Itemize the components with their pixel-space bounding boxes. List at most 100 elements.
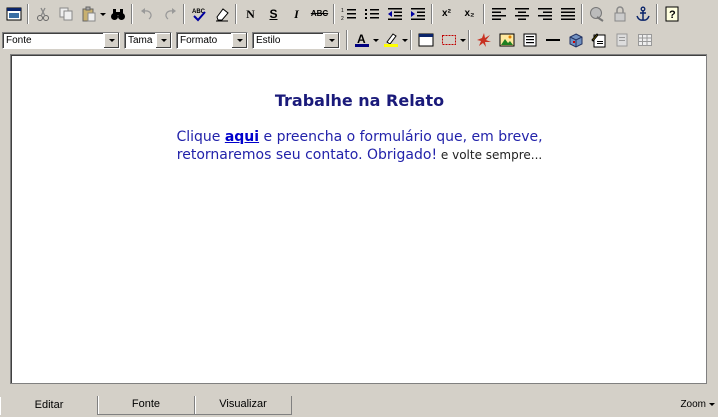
font-size-select[interactable]: Tama <box>124 31 172 49</box>
clipboard-icon <box>82 6 95 22</box>
block-icon <box>616 33 627 47</box>
subscript-button[interactable]: x₂ <box>458 3 481 25</box>
table-grid-button[interactable] <box>633 29 656 51</box>
insert-flash-button[interactable] <box>472 29 495 51</box>
align-right-button[interactable] <box>533 3 556 25</box>
italic-button[interactable]: I <box>285 3 308 25</box>
paragraph-text: Clique <box>176 129 225 145</box>
indent-button[interactable] <box>406 3 429 25</box>
svg-text:A: A <box>357 32 366 46</box>
separator <box>581 4 583 24</box>
here-link[interactable]: aqui <box>225 129 259 145</box>
document-heading: Trabalhe na Relato <box>274 91 445 110</box>
help-button[interactable]: ? <box>660 3 683 25</box>
special-char-button[interactable] <box>564 29 587 51</box>
justify-icon <box>560 8 575 20</box>
insert-link-button[interactable] <box>585 3 608 25</box>
redo-button[interactable] <box>158 3 181 25</box>
insert-textbox-button[interactable] <box>518 29 541 51</box>
undo-button[interactable] <box>135 3 158 25</box>
copy-icon <box>59 7 72 21</box>
highlight-color-dropdown-arrow[interactable] <box>402 29 408 51</box>
chevron-down-icon <box>155 32 171 48</box>
spellcheck-button[interactable]: ABC <box>187 3 210 25</box>
superscript-button[interactable]: x² <box>435 3 458 25</box>
separator <box>410 30 412 50</box>
style-select-value: Estilo <box>256 34 281 46</box>
grid-icon <box>637 34 652 46</box>
spellcheck-icon: ABC <box>192 9 206 22</box>
style-select[interactable]: Estilo <box>252 31 340 49</box>
separator <box>431 4 433 24</box>
tab-fonte[interactable]: Fonte <box>97 396 195 415</box>
paragraph-text: retornaremos seu contato. Obrigado! <box>176 147 438 163</box>
separator <box>183 4 185 24</box>
zoom-control[interactable]: Zoom <box>680 399 715 410</box>
insert-image-button[interactable] <box>495 29 518 51</box>
insert-table-button[interactable] <box>414 29 437 51</box>
anchor-button[interactable] <box>631 3 654 25</box>
text-color-button[interactable]: A <box>350 29 373 51</box>
find-button[interactable] <box>106 3 129 25</box>
superscript-icon: x² <box>442 8 451 19</box>
format-select-value: Formato <box>180 34 218 46</box>
chevron-down-icon <box>231 32 247 48</box>
highlighter-icon <box>383 33 398 47</box>
page-properties-button[interactable] <box>587 29 610 51</box>
scissors-icon <box>36 7 49 21</box>
highlight-color-button[interactable] <box>379 29 402 51</box>
mode-tab-bar: Editar Fonte Visualizar Zoom <box>0 396 718 417</box>
tab-visualizar[interactable]: Visualizar <box>194 396 292 415</box>
unlink-icon <box>614 6 625 22</box>
underline-button[interactable]: S <box>262 3 285 25</box>
div-button[interactable] <box>610 29 633 51</box>
paste-button[interactable] <box>77 3 100 25</box>
table-window-icon <box>418 33 433 47</box>
paragraph-tail-text: e volte sempre... <box>437 148 543 162</box>
horizontal-rule-button[interactable] <box>541 29 564 51</box>
insert-form-button[interactable] <box>437 29 460 51</box>
bold-button[interactable]: N <box>239 3 262 25</box>
outdent-button[interactable] <box>383 3 406 25</box>
flash-burst-icon <box>476 33 491 47</box>
outdent-icon <box>387 8 402 20</box>
redo-icon <box>164 8 176 20</box>
fullscreen-button[interactable] <box>2 3 25 25</box>
bold-icon: N <box>246 7 255 21</box>
font-size-select-value: Tama <box>128 34 153 46</box>
eraser-icon <box>215 8 229 22</box>
svg-text:1: 1 <box>341 8 344 14</box>
editor-content-area[interactable]: Trabalhe na Relato Clique aqui e preench… <box>10 54 707 384</box>
remove-link-button[interactable] <box>608 3 631 25</box>
separator <box>656 4 658 24</box>
justify-button[interactable] <box>556 3 579 25</box>
copy-button[interactable] <box>54 3 77 25</box>
paragraph-text: e preencha o formulário que, em breve, <box>259 129 543 145</box>
align-center-button[interactable] <box>510 3 533 25</box>
separator <box>27 4 29 24</box>
align-center-icon <box>514 8 529 20</box>
anchor-icon <box>635 6 650 21</box>
text-color-icon: A <box>354 32 369 47</box>
document-icon <box>523 33 536 47</box>
eraser-button[interactable] <box>210 3 233 25</box>
chevron-down-icon <box>709 403 715 406</box>
cut-button[interactable] <box>31 3 54 25</box>
zoom-label: Zoom <box>680 399 706 410</box>
font-family-select[interactable]: Fonte <box>2 31 120 49</box>
cube-icon <box>569 33 582 48</box>
bullet-list-icon <box>364 9 379 19</box>
form-dropdown-arrow[interactable] <box>460 29 466 51</box>
toolbar-format: Fonte Tama Formato Estilo A <box>0 28 718 52</box>
tab-editar[interactable]: Editar <box>0 396 98 415</box>
numbered-list-button[interactable]: 12 <box>337 3 360 25</box>
bullet-list-button[interactable] <box>360 3 383 25</box>
align-right-icon <box>537 8 552 20</box>
binoculars-icon <box>110 9 125 20</box>
chevron-down-icon <box>323 32 339 48</box>
align-left-button[interactable] <box>487 3 510 25</box>
italic-icon: I <box>294 7 299 21</box>
format-select[interactable]: Formato <box>176 31 248 49</box>
strikethrough-button[interactable]: ABC <box>308 3 331 25</box>
help-icon: ? <box>665 6 678 22</box>
